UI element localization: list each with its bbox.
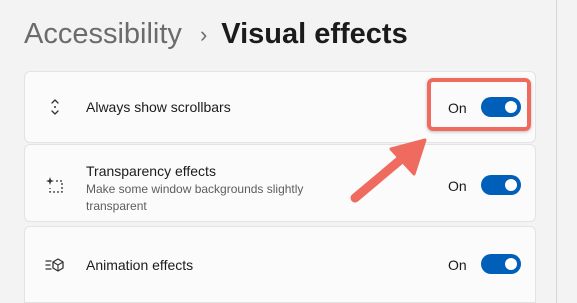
- setting-title: Transparency effects: [86, 163, 216, 179]
- highlight-box: [427, 78, 531, 131]
- setting-title: Always show scrollbars: [86, 99, 231, 115]
- scrollbar-arrows-icon: [45, 97, 65, 117]
- toggle-state-label: On: [448, 257, 467, 273]
- setting-transparency-effects: Transparency effects Make some window ba…: [24, 144, 536, 222]
- animation-cube-icon: [45, 255, 65, 275]
- setting-title: Animation effects: [86, 257, 194, 273]
- setting-animation-effects: Animation effects On: [24, 226, 536, 303]
- annotation-arrow-icon: [350, 138, 427, 203]
- setting-description: Make some window backgrounds slightly tr…: [86, 182, 304, 213]
- animation-toggle[interactable]: [481, 254, 521, 274]
- breadcrumb-chevron-icon: ›: [199, 21, 208, 47]
- toggle-knob: [505, 258, 517, 270]
- toggle-state-label: On: [448, 178, 467, 194]
- transparency-sparkle-icon: [45, 175, 65, 195]
- breadcrumb: Accessibility › Visual effects: [24, 18, 408, 51]
- settings-page: Accessibility › Visual effects Always sh…: [0, 0, 577, 303]
- scrollbar-track[interactable]: [557, 0, 577, 303]
- transparency-toggle[interactable]: [481, 175, 521, 195]
- toggle-knob: [505, 179, 517, 191]
- breadcrumb-parent-accessibility[interactable]: Accessibility: [24, 18, 182, 51]
- page-title: Visual effects: [221, 18, 408, 50]
